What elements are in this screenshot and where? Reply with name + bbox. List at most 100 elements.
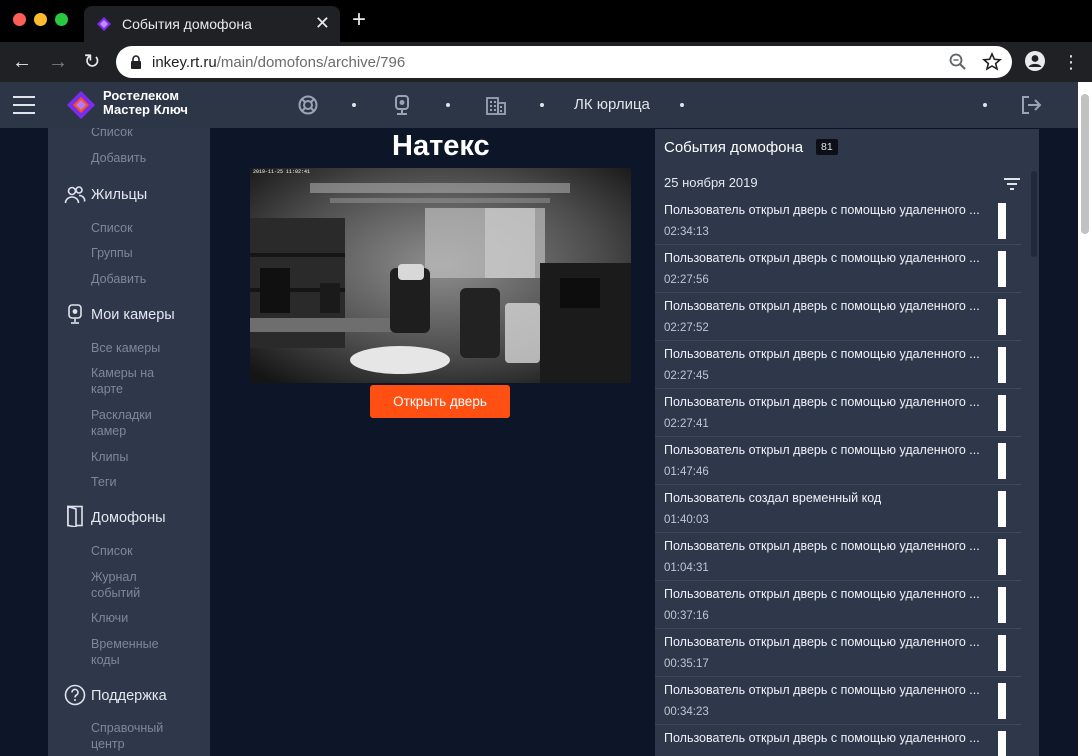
sidebar-item-clips[interactable]: Клипы xyxy=(91,449,128,465)
sidebar-item-camera-layouts[interactable]: Раскладки камер xyxy=(91,407,167,439)
event-snapshot-thumbnail[interactable] xyxy=(998,683,1006,719)
events-panel: События домофона 81 25 ноября 2019 Польз… xyxy=(655,129,1039,756)
profile-icon[interactable] xyxy=(1024,50,1046,72)
event-text: Пользователь открыл дверь с помощью удал… xyxy=(664,299,980,313)
header-separator-dot xyxy=(446,103,450,107)
events-date: 25 ноября 2019 xyxy=(664,175,758,190)
tab-close-icon[interactable]: ✕ xyxy=(315,13,330,34)
sidebar-section-intercoms[interactable]: Домофоны xyxy=(91,510,166,526)
maximize-window-button[interactable] xyxy=(55,13,68,26)
event-row[interactable]: Пользователь открыл дверь с помощью удал… xyxy=(655,677,1021,725)
building-icon[interactable] xyxy=(485,94,507,116)
sidebar-item-cameras-map[interactable]: Камеры на карте xyxy=(91,365,167,397)
event-snapshot-thumbnail[interactable] xyxy=(998,347,1006,383)
hamburger-menu-icon[interactable] xyxy=(13,96,35,114)
event-snapshot-thumbnail[interactable] xyxy=(998,587,1006,623)
event-time: 02:34:13 xyxy=(664,226,709,238)
browser-toolbar: ← → ↻ inkey.rt.ru/main/domofons/archive/… xyxy=(0,42,1092,82)
event-row[interactable]: Пользователь открыл дверь с помощью удал… xyxy=(655,245,1021,293)
zoom-icon[interactable] xyxy=(948,52,968,72)
sidebar-item-add[interactable]: Добавить xyxy=(91,150,146,166)
tab-title: События домофона xyxy=(122,16,252,32)
sidebar-item-groups[interactable]: Группы xyxy=(91,245,133,261)
event-snapshot-thumbnail[interactable] xyxy=(998,251,1006,287)
event-row[interactable]: Пользователь создал временный код 01:40:0… xyxy=(655,485,1021,533)
people-icon xyxy=(64,186,86,204)
event-row[interactable]: Пользователь открыл дверь с помощью удал… xyxy=(655,293,1021,341)
page-scrollbar-thumb[interactable] xyxy=(1081,94,1089,234)
lock-icon xyxy=(131,55,141,69)
reload-button[interactable]: ↻ xyxy=(80,50,104,74)
event-time: 00:34:23 xyxy=(664,706,709,718)
event-snapshot-thumbnail[interactable] xyxy=(998,539,1006,575)
lifebuoy-icon[interactable] xyxy=(297,94,319,116)
back-button[interactable]: ← xyxy=(10,50,34,74)
event-text: Пользователь открыл дверь с помощью удал… xyxy=(664,539,980,553)
sidebar-item-all-cameras[interactable]: Все камеры xyxy=(91,340,160,356)
event-row[interactable]: Пользователь открыл дверь с помощью удал… xyxy=(655,581,1021,629)
event-snapshot-thumbnail[interactable] xyxy=(998,203,1006,239)
event-snapshot-thumbnail[interactable] xyxy=(998,635,1006,671)
event-snapshot-thumbnail[interactable] xyxy=(998,491,1006,527)
sidebar-item-keys[interactable]: Ключи xyxy=(91,610,128,626)
event-time: 01:40:03 xyxy=(664,514,709,526)
event-row[interactable]: Пользователь открыл дверь с помощью удал… xyxy=(655,629,1021,677)
sidebar-item-residents-add[interactable]: Добавить xyxy=(91,271,146,287)
event-text: Пользователь открыл дверь с помощью удал… xyxy=(664,683,980,697)
sidebar-section-cameras[interactable]: Мои камеры xyxy=(91,307,175,323)
header-separator-dot xyxy=(352,103,356,107)
logout-icon[interactable] xyxy=(1020,94,1042,116)
sidebar-item-list[interactable]: Список xyxy=(91,128,133,140)
event-row[interactable]: Пользователь открыл дверь с помощью удал… xyxy=(655,533,1021,581)
sidebar-item-temp-codes[interactable]: Временные коды xyxy=(91,636,171,668)
sidebar-item-event-log[interactable]: Журнал событий xyxy=(91,569,167,601)
camera-frame-image: 2019-11-25 11:02:41 xyxy=(250,168,631,383)
browser-titlebar: События домофона ✕ + xyxy=(0,0,1092,42)
event-row[interactable]: Пользователь открыл дверь с помощью удал… xyxy=(655,437,1021,485)
bookmark-star-icon[interactable] xyxy=(982,52,1002,72)
event-time: 02:27:45 xyxy=(664,370,709,382)
event-text: Пользователь открыл дверь с помощью удал… xyxy=(664,395,980,409)
browser-tab[interactable]: События домофона ✕ xyxy=(84,6,340,42)
open-door-button[interactable]: Открыть дверь xyxy=(370,385,510,418)
event-snapshot-thumbnail[interactable] xyxy=(998,731,1006,756)
minimize-window-button[interactable] xyxy=(34,13,47,26)
event-snapshot-thumbnail[interactable] xyxy=(998,299,1006,335)
browser-menu-icon[interactable]: ⋮ xyxy=(1062,50,1080,74)
event-snapshot-thumbnail[interactable] xyxy=(998,443,1006,479)
event-time: 01:04:31 xyxy=(664,562,709,574)
events-title: События домофона xyxy=(664,139,804,156)
event-row[interactable]: Пользователь открыл дверь с помощью удал… xyxy=(655,341,1021,389)
events-list: Пользователь открыл дверь с помощью удал… xyxy=(655,197,1021,756)
page-scrollbar[interactable] xyxy=(1078,82,1092,756)
events-scrollbar[interactable] xyxy=(1031,171,1037,257)
rostelecom-favicon-icon xyxy=(97,17,111,31)
event-text: Пользователь открыл дверь с помощью удал… xyxy=(664,731,980,745)
sidebar-section-residents[interactable]: Жильцы xyxy=(91,187,147,203)
camera-timestamp: 2019-11-25 11:02:41 xyxy=(253,169,310,175)
sidebar-item-residents-list[interactable]: Список xyxy=(91,220,133,236)
header-separator-dot xyxy=(680,103,684,107)
filter-icon[interactable] xyxy=(1003,177,1021,191)
account-name[interactable]: ЛК юрлица xyxy=(574,96,650,113)
event-row[interactable]: Пользователь открыл дверь с помощью удал… xyxy=(655,725,1021,756)
close-window-button[interactable] xyxy=(13,13,26,26)
camera-icon xyxy=(68,304,82,324)
event-snapshot-thumbnail[interactable] xyxy=(998,395,1006,431)
camera-feed[interactable]: 2019-11-25 11:02:41 xyxy=(250,168,631,383)
event-text: Пользователь открыл дверь с помощью удал… xyxy=(664,347,980,361)
app-header: Ростелеком Мастер Ключ ЛК юрлица xyxy=(0,82,1078,128)
sidebar-item-help-center[interactable]: Справочный центр xyxy=(91,720,171,752)
sidebar-section-support[interactable]: Поддержка xyxy=(91,688,167,704)
event-row[interactable]: Пользователь открыл дверь с помощью удал… xyxy=(655,197,1021,245)
forward-button[interactable]: → xyxy=(46,50,70,74)
sidebar-item-intercoms-list[interactable]: Список xyxy=(91,543,133,559)
event-text: Пользователь открыл дверь с помощью удал… xyxy=(664,587,980,601)
event-text: Пользователь открыл дверь с помощью удал… xyxy=(664,443,980,457)
sidebar-item-tags[interactable]: Теги xyxy=(91,474,116,490)
rostelecom-logo-icon xyxy=(67,91,95,119)
address-bar[interactable]: inkey.rt.ru/main/domofons/archive/796 xyxy=(116,46,1012,78)
camera-icon[interactable] xyxy=(391,94,413,116)
new-tab-button[interactable]: + xyxy=(352,8,366,32)
event-row[interactable]: Пользователь открыл дверь с помощью удал… xyxy=(655,389,1021,437)
